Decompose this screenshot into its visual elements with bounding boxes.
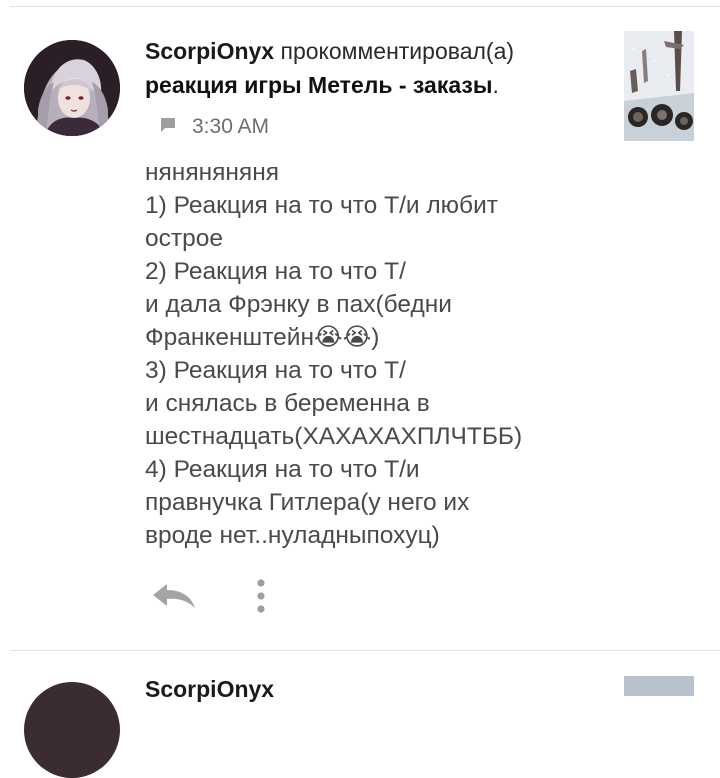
reply-button[interactable]: [150, 576, 198, 620]
comment-line: 3) Реакция на то что Т/: [145, 357, 406, 384]
comment-line: няняняняня: [145, 159, 279, 186]
notification-header-line-1: ScorpiOnyx прокомментировал(а): [145, 36, 514, 66]
avatar[interactable]: [24, 40, 120, 136]
title-suffix: .: [492, 72, 499, 98]
comment-line: шестнадцать(ХАХАХАХПЛЧТББ): [145, 423, 523, 450]
avatar-image: [24, 40, 120, 136]
next-avatar[interactable]: [24, 682, 120, 778]
more-options-button[interactable]: [246, 576, 276, 620]
more-vert-icon: [256, 578, 266, 618]
comment-line: 1) Реакция на то что Т/и любит: [145, 192, 498, 219]
comment-line: Франкенштейн😭😭): [145, 324, 380, 351]
username-link[interactable]: ScorpiOnyx: [145, 38, 274, 64]
post-title-link[interactable]: реакция игры Метель - заказы: [145, 72, 493, 98]
comment-line: вроде нет..нуладныпохуц): [145, 522, 440, 549]
reply-icon: [151, 582, 197, 615]
notification-header-line-2: реакция игры Метель - заказы.: [145, 70, 499, 100]
comment-line: и снялась в беременна в: [145, 390, 430, 417]
thumbnail-image: [624, 31, 694, 141]
comment-line: 4) Реакция на то что Т/и: [145, 456, 420, 483]
notification-actions: [150, 576, 276, 620]
notification-divider: [10, 650, 720, 651]
comment-line: правнучка Гитлера(у него их: [145, 489, 470, 516]
next-post-thumbnail[interactable]: [624, 676, 694, 696]
next-username-link[interactable]: ScorpiOnyx: [145, 676, 274, 703]
comment-body: няняняняня 1) Реакция на то что Т/и люби…: [145, 156, 615, 552]
comment-icon: [158, 115, 178, 140]
action-text: прокомментировал(а): [280, 38, 515, 64]
notification-meta: 3:30 AM: [158, 114, 269, 140]
comment-line: 2) Реакция на то что Т/: [145, 258, 406, 285]
post-thumbnail[interactable]: [624, 31, 694, 141]
timestamp: 3:30 AM: [192, 115, 270, 138]
comment-line: острое: [145, 225, 223, 252]
top-divider: [10, 6, 720, 7]
comment-line: и дала Фрэнку в пах(бедни: [145, 291, 452, 318]
